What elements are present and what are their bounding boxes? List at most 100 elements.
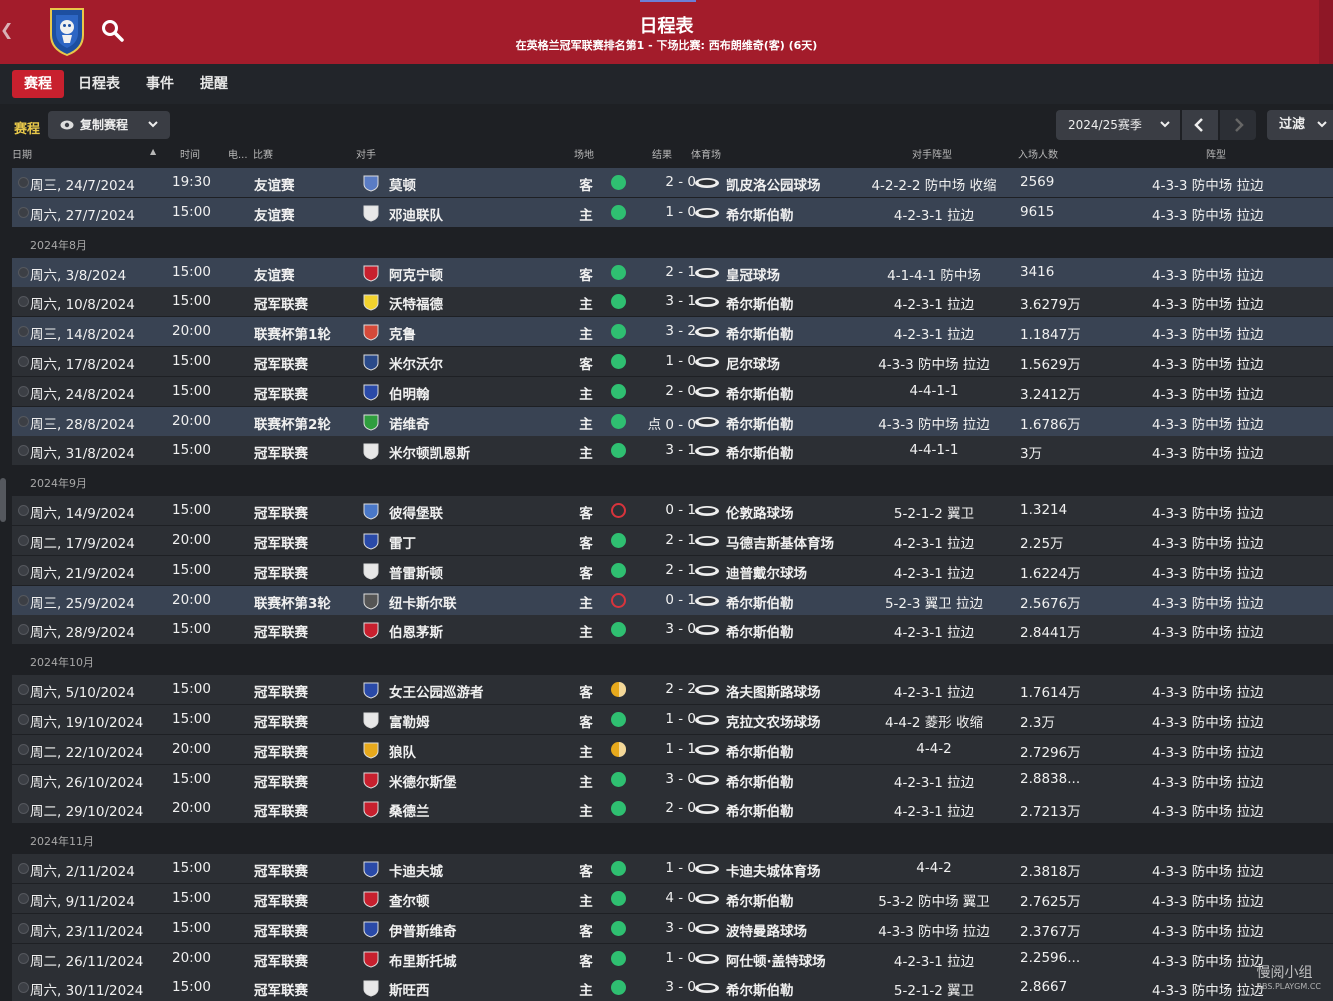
match-score[interactable]: 2 - 2 (632, 681, 696, 697)
opponent-link[interactable]: 邓迪联队 (389, 204, 443, 224)
sort-asc-icon[interactable]: ▲ (150, 147, 156, 156)
opponent-link[interactable]: 沃特福德 (389, 293, 443, 313)
match-score[interactable]: 2 - 0 (632, 800, 696, 816)
row-marker-icon[interactable] (18, 296, 29, 308)
row-marker-icon[interactable] (18, 266, 29, 278)
match-score[interactable]: 2 - 1 (632, 532, 696, 548)
prev-season-button[interactable] (1182, 110, 1218, 140)
opponent-link[interactable]: 普雷斯顿 (389, 562, 443, 582)
opponent-link[interactable]: 诺维奇 (389, 413, 430, 433)
table-row[interactable]: 周三, 28/8/2024 20:00 联赛杯第2轮 诺维奇 主 点 0 - 0 希尔斯伯勒… (12, 406, 1333, 436)
competition-link[interactable]: 冠军联赛 (254, 383, 308, 403)
opponent-link[interactable]: 伯明翰 (389, 383, 430, 403)
competition-link[interactable]: 友谊赛 (254, 264, 295, 284)
match-score[interactable]: 2 - 0 (632, 383, 696, 399)
table-row[interactable]: 周二, 26/11/2024 20:00 冠军联赛 布里斯托城 客 1 - 0 阿仕顿·盖特… (12, 943, 1333, 973)
competition-link[interactable]: 友谊赛 (254, 174, 295, 194)
opponent-link[interactable]: 女王公园巡游者 (389, 681, 484, 701)
competition-link[interactable]: 冠军联赛 (254, 950, 308, 970)
opponent-link[interactable]: 克鲁 (389, 323, 416, 343)
stadium-link[interactable]: 希尔斯伯勒 (726, 204, 794, 224)
col-opp-formation[interactable]: 对手阵型 (912, 146, 952, 161)
opponent-link[interactable]: 桑德兰 (389, 800, 430, 820)
table-row[interactable]: 周六, 23/11/2024 15:00 冠军联赛 伊普斯维奇 客 3 - 0 波特曼路球场… (12, 913, 1333, 943)
stadium-link[interactable]: 希尔斯伯勒 (726, 592, 794, 612)
table-row[interactable]: 周六, 5/10/2024 15:00 冠军联赛 女王公园巡游者 客 2 - 2 洛夫图斯路… (12, 675, 1333, 705)
stadium-link[interactable]: 皇冠球场 (726, 264, 780, 284)
competition-link[interactable]: 冠军联赛 (254, 442, 308, 462)
next-season-button[interactable] (1220, 110, 1256, 140)
match-score[interactable]: 3 - 1 (632, 442, 696, 458)
table-row[interactable]: 周六, 10/8/2024 15:00 冠军联赛 沃特福德 主 3 - 1 希尔斯伯勒 4-2… (12, 287, 1333, 317)
col-time[interactable]: 时间 (180, 146, 200, 161)
competition-link[interactable]: 冠军联赛 (254, 621, 308, 641)
stadium-link[interactable]: 希尔斯伯勒 (726, 413, 794, 433)
match-score[interactable]: 1 - 0 (632, 204, 696, 220)
stadium-link[interactable]: 希尔斯伯勒 (726, 800, 794, 820)
table-row[interactable]: 周三, 25/9/2024 20:00 联赛杯第3轮 纽卡斯尔联 主 0 - 1 希尔斯伯勒… (12, 585, 1333, 615)
opponent-link[interactable]: 斯旺西 (389, 979, 430, 999)
competition-link[interactable]: 联赛杯第3轮 (254, 592, 331, 612)
row-marker-icon[interactable] (18, 505, 29, 517)
match-score[interactable]: 0 - 1 (632, 502, 696, 518)
row-marker-icon[interactable] (18, 773, 29, 785)
stadium-link[interactable]: 尼尔球场 (726, 353, 780, 373)
row-marker-icon[interactable] (18, 684, 29, 696)
opponent-link[interactable]: 伊普斯维奇 (389, 920, 457, 940)
row-marker-icon[interactable] (18, 535, 29, 546)
table-row[interactable]: 周二, 22/10/2024 20:00 冠军联赛 狼队 主 1 - 1 希尔斯伯勒 4-4-… (12, 734, 1333, 764)
match-score[interactable]: 点 0 - 0 (632, 413, 696, 433)
row-marker-icon[interactable] (18, 714, 29, 725)
competition-link[interactable]: 冠军联赛 (254, 532, 308, 552)
match-score[interactable]: 2 - 0 (632, 174, 696, 190)
row-marker-icon[interactable] (18, 415, 29, 427)
stadium-link[interactable]: 希尔斯伯勒 (726, 771, 794, 791)
opponent-link[interactable]: 雷丁 (389, 532, 416, 552)
row-marker-icon[interactable] (18, 385, 29, 397)
stadium-link[interactable]: 伦敦路球场 (726, 502, 794, 522)
match-score[interactable]: 3 - 1 (632, 293, 696, 309)
stadium-link[interactable]: 克拉文农场球场 (726, 711, 821, 731)
table-row[interactable]: 周六, 21/9/2024 15:00 冠军联赛 普雷斯顿 客 2 - 1 迪普戴尔球场 4-… (12, 555, 1333, 585)
match-score[interactable]: 1 - 0 (632, 860, 696, 876)
competition-link[interactable]: 冠军联赛 (254, 711, 308, 731)
opponent-link[interactable]: 米尔沃尔 (389, 353, 443, 373)
row-marker-icon[interactable] (18, 177, 29, 188)
opponent-link[interactable]: 阿克宁顿 (389, 264, 443, 284)
table-row[interactable]: 周六, 30/11/2024 15:00 冠军联赛 斯旺西 主 3 - 0 希尔斯伯勒 5-2… (12, 973, 1333, 1001)
table-row[interactable]: 周六, 9/11/2024 15:00 冠军联赛 查尔顿 主 4 - 0 希尔斯伯勒 5-3-… (12, 884, 1333, 913)
row-marker-icon[interactable] (18, 743, 29, 755)
match-score[interactable]: 2 - 1 (632, 264, 696, 280)
opponent-link[interactable]: 富勒姆 (389, 711, 430, 731)
filter-button[interactable]: 过滤 (1267, 110, 1333, 140)
table-row[interactable]: 周六, 24/8/2024 15:00 冠军联赛 伯明翰 主 2 - 0 希尔斯伯勒 4-4-… (12, 376, 1333, 406)
col-stadium[interactable]: 体育场 (691, 146, 721, 161)
competition-link[interactable]: 冠军联赛 (254, 293, 308, 313)
row-marker-icon[interactable] (18, 952, 29, 964)
row-marker-icon[interactable] (18, 893, 29, 904)
stadium-link[interactable]: 波特曼路球场 (726, 920, 807, 940)
match-score[interactable]: 3 - 0 (632, 621, 696, 637)
row-marker-icon[interactable] (18, 326, 29, 338)
row-marker-icon[interactable] (18, 206, 29, 218)
competition-link[interactable]: 冠军联赛 (254, 502, 308, 522)
match-score[interactable]: 3 - 0 (632, 920, 696, 936)
stadium-link[interactable]: 迪普戴尔球场 (726, 562, 807, 582)
stadium-link[interactable]: 阿仕顿·盖特球场 (726, 950, 826, 970)
table-row[interactable]: 周六, 31/8/2024 15:00 冠军联赛 米尔顿凯恩斯 主 3 - 1 希尔斯伯勒 4… (12, 436, 1333, 466)
table-row[interactable]: 周六, 3/8/2024 15:00 友谊赛 阿克宁顿 客 2 - 1 皇冠球场 4-1-4-… (12, 257, 1333, 287)
opponent-link[interactable]: 查尔顿 (389, 890, 430, 910)
competition-link[interactable]: 冠军联赛 (254, 979, 308, 999)
competition-link[interactable]: 冠军联赛 (254, 890, 308, 910)
col-tv[interactable]: 电... (228, 146, 248, 161)
competition-link[interactable]: 冠军联赛 (254, 353, 308, 373)
competition-link[interactable]: 联赛杯第1轮 (254, 323, 331, 343)
stadium-link[interactable]: 希尔斯伯勒 (726, 383, 794, 403)
competition-link[interactable]: 联赛杯第2轮 (254, 413, 331, 433)
table-row[interactable]: 周二, 29/10/2024 20:00 冠军联赛 桑德兰 主 2 - 0 希尔斯伯勒 4-2… (12, 794, 1333, 824)
table-row[interactable]: 周六, 27/7/2024 15:00 友谊赛 邓迪联队 主 1 - 0 希尔斯伯勒 4-2-… (12, 197, 1333, 227)
col-opponent[interactable]: 对手 (356, 146, 376, 161)
col-formation[interactable]: 阵型 (1206, 146, 1226, 161)
row-marker-icon[interactable] (18, 564, 29, 576)
tab-fixtures[interactable]: 赛程 (12, 70, 64, 98)
